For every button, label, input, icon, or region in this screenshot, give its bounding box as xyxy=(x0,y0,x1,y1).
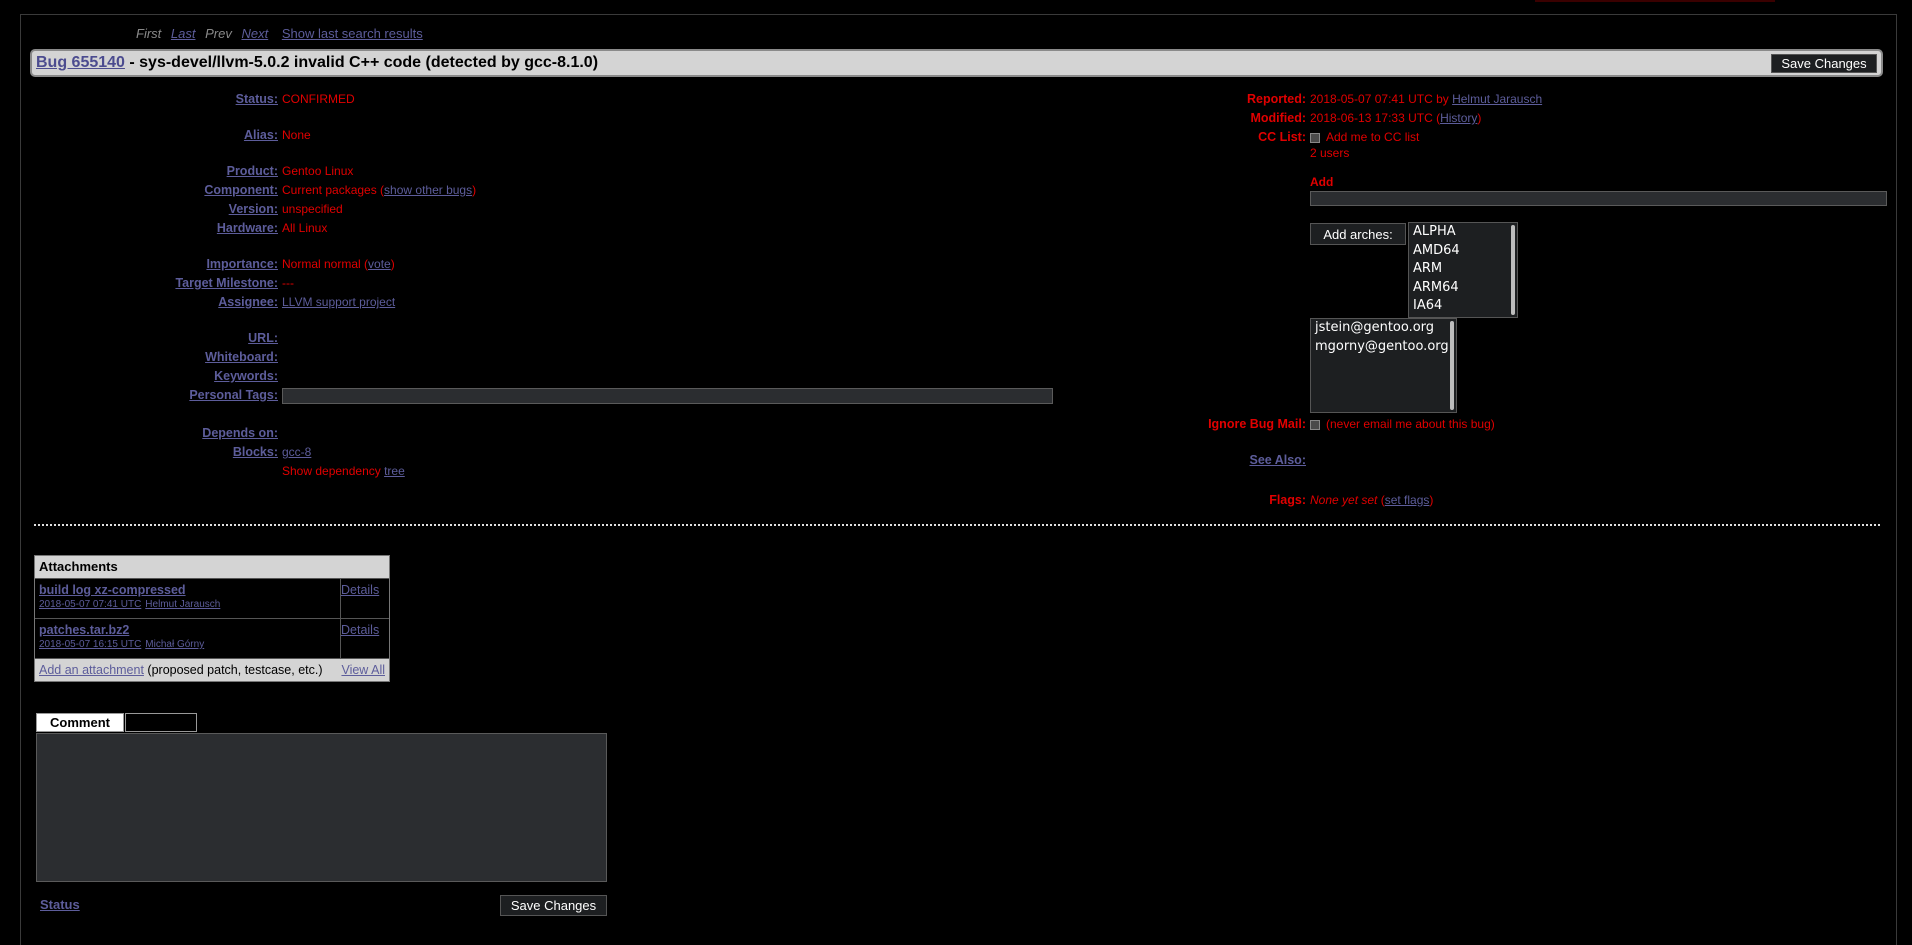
arches-scrollbar[interactable] xyxy=(1511,225,1515,315)
add-cc-input[interactable] xyxy=(1310,191,1887,206)
ignore-bug-mail-label: Ignore Bug Mail: xyxy=(1208,417,1306,431)
flags-label: Flags: xyxy=(1269,493,1306,507)
nav-first: First xyxy=(136,26,162,41)
attachment-details-link[interactable]: Details xyxy=(341,583,379,597)
attachments-table: Attachments build log xz-compressed 2018… xyxy=(34,555,390,682)
save-changes-button-top[interactable]: Save Changes xyxy=(1771,54,1877,73)
bug-title-bar: Bug 655140 - sys-devel/llvm-5.0.2 invali… xyxy=(30,49,1883,77)
attachment-author-link[interactable]: Helmut Jarausch xyxy=(145,599,220,610)
bug-summary: - sys-devel/llvm-5.0.2 invalid C++ code … xyxy=(124,54,599,71)
arches-listbox[interactable]: ALPHA AMD64 ARM ARM64 IA64 xyxy=(1408,222,1518,318)
blocks-label: Blocks: xyxy=(232,445,278,459)
component-value: Current packages (show other bugs) xyxy=(282,183,477,197)
attachment-row: patches.tar.bz2 2018-05-07 16:15 UTC Mich… xyxy=(35,618,389,658)
nav-prev: Prev xyxy=(205,26,232,41)
cc-list-label: CC List: xyxy=(1258,130,1306,144)
dependency-tree: Show dependency tree xyxy=(282,464,405,478)
blocks-gcc8-link[interactable]: gcc-8 xyxy=(282,445,311,459)
target-milestone-label: Target Milestone: xyxy=(175,276,278,290)
status-anchor-link[interactable]: Status xyxy=(40,897,80,912)
nav-last-link[interactable]: Last xyxy=(171,26,196,41)
set-flags-link[interactable]: set flags xyxy=(1385,493,1430,507)
show-last-search-link[interactable]: Show last search results xyxy=(282,26,423,41)
attachment-name-link[interactable]: patches.tar.bz2 xyxy=(39,623,129,637)
cc-email-option[interactable]: jstein@gentoo.org xyxy=(1311,319,1456,338)
add-me-to-cc[interactable]: Add me to CC list xyxy=(1310,129,1419,145)
blocks-value: gcc-8 xyxy=(282,444,311,460)
cc-emails-listbox[interactable]: jstein@gentoo.org mgorny@gentoo.org xyxy=(1310,318,1457,413)
tab-preview[interactable] xyxy=(125,713,197,732)
cc-users-count: 2 users xyxy=(1310,146,1350,160)
modified-value: 2018-06-13 17:33 UTC (History) xyxy=(1310,111,1482,125)
reporter-link[interactable]: Helmut Jarausch xyxy=(1452,92,1542,106)
attachments-header: Attachments xyxy=(35,556,389,578)
modified-label: Modified: xyxy=(1250,111,1306,125)
depends-on-label: Depends on: xyxy=(202,426,278,440)
ignore-bug-mail[interactable]: (never email me about this bug) xyxy=(1310,416,1495,432)
cc-email-option[interactable]: mgorny@gentoo.org xyxy=(1311,338,1456,357)
add-arches-button[interactable]: Add arches: xyxy=(1310,223,1406,245)
attachment-date-link[interactable]: 2018-05-07 16:15 UTC xyxy=(39,639,141,650)
component-label: Component: xyxy=(204,183,278,197)
attachment-row: build log xz-compressed 2018-05-07 07:41… xyxy=(35,578,389,618)
vote-link[interactable]: vote xyxy=(368,257,391,271)
dependency-tree-link[interactable]: tree xyxy=(384,464,405,478)
flags-value: None yet set (set flags) xyxy=(1310,493,1434,507)
version-label: Version: xyxy=(228,202,278,216)
add-me-to-cc-checkbox[interactable] xyxy=(1310,132,1320,143)
save-changes-button-bottom[interactable]: Save Changes xyxy=(500,895,607,916)
hardware-label: Hardware: xyxy=(216,221,278,235)
personal-tags-input[interactable] xyxy=(282,388,1053,404)
reported-value: 2018-05-07 07:41 UTC by Helmut Jarausch xyxy=(1310,92,1543,106)
reported-label: Reported: xyxy=(1246,92,1306,106)
keywords-label: Keywords: xyxy=(214,369,278,383)
target-milestone-value: --- xyxy=(282,276,294,290)
product-label: Product: xyxy=(226,164,278,178)
see-also-label: See Also: xyxy=(1249,453,1306,467)
attachment-name-link[interactable]: build log xz-compressed xyxy=(39,583,186,597)
section-divider xyxy=(34,524,1880,526)
status-label: Status: xyxy=(235,92,278,106)
attachment-details-link[interactable]: Details xyxy=(341,623,379,637)
assignee-label: Assignee: xyxy=(218,295,278,309)
attachment-author-link[interactable]: Michał Górny xyxy=(145,639,204,650)
version-value: unspecified xyxy=(282,202,343,216)
assignee-value: LLVM support project xyxy=(282,294,395,310)
arch-option[interactable]: IA64 xyxy=(1409,297,1517,316)
show-other-bugs-link[interactable]: show other bugs xyxy=(384,183,472,197)
arch-option[interactable]: ARM xyxy=(1409,260,1517,279)
view-all-attachments-link[interactable]: View All xyxy=(341,659,385,681)
attachments-footer: Add an attachment (proposed patch, testc… xyxy=(35,658,389,681)
attachment-date-link[interactable]: 2018-05-07 07:41 UTC xyxy=(39,599,141,610)
importance-label: Importance: xyxy=(206,257,278,271)
hardware-value: All Linux xyxy=(282,221,328,235)
bug-title: Bug 655140 - sys-devel/llvm-5.0.2 invali… xyxy=(36,54,598,72)
url-label: URL: xyxy=(248,331,278,345)
tab-comment[interactable]: Comment xyxy=(36,713,124,732)
ignore-bug-mail-checkbox[interactable] xyxy=(1310,419,1320,430)
arch-option[interactable]: AMD64 xyxy=(1409,242,1517,261)
bug-navigation: First Last Prev Next Show last search re… xyxy=(136,26,429,41)
add-attachment-link[interactable]: Add an attachment xyxy=(39,663,144,677)
product-value: Gentoo Linux xyxy=(282,164,354,178)
top-edge-band xyxy=(1535,0,1775,2)
add-cc-label: Add xyxy=(1310,175,1334,189)
whiteboard-label: Whiteboard: xyxy=(205,350,278,364)
assignee-link[interactable]: LLVM support project xyxy=(282,295,395,309)
alias-label: Alias: xyxy=(243,128,278,142)
alias-value: None xyxy=(282,128,311,142)
status-value: CONFIRMED xyxy=(282,92,355,106)
nav-next-link[interactable]: Next xyxy=(241,26,268,41)
arch-option[interactable]: ARM64 xyxy=(1409,279,1517,298)
personal-tags-label: Personal Tags: xyxy=(189,388,278,402)
arch-option[interactable]: ALPHA xyxy=(1409,223,1517,242)
bug-id-link[interactable]: Bug 655140 xyxy=(36,54,125,71)
cc-emails-scrollbar[interactable] xyxy=(1450,321,1454,410)
comment-textarea[interactable] xyxy=(36,733,607,882)
importance-value: Normal normal (vote) xyxy=(282,257,395,271)
history-link[interactable]: History xyxy=(1440,111,1477,125)
